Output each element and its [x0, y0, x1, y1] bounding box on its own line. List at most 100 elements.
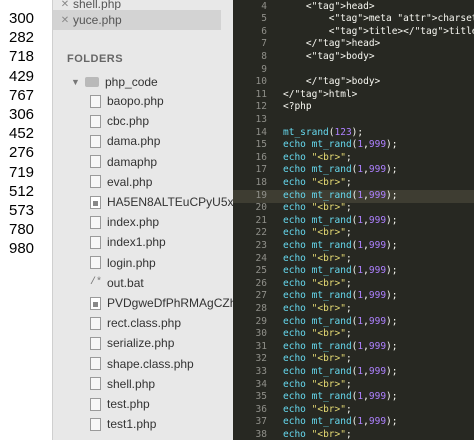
line-number: 22	[255, 227, 267, 239]
file-item[interactable]: damaphp	[90, 153, 157, 171]
file-item[interactable]: test.php	[90, 395, 150, 413]
file-item[interactable]: dama.php	[90, 132, 160, 150]
line-number: 16	[255, 151, 267, 163]
code-line[interactable]: echo "<br>";	[283, 278, 352, 289]
code-line[interactable]: <"tag">head>	[283, 1, 375, 12]
output-number: 512	[9, 182, 35, 200]
output-number: 452	[9, 125, 35, 143]
code-line[interactable]: <?php	[283, 101, 312, 112]
triangle-down-icon[interactable]: ▼	[71, 77, 83, 87]
close-icon[interactable]: ✕	[57, 15, 73, 26]
script-file-icon: /*	[90, 277, 103, 289]
code-line[interactable]: echo mt_rand(1,999);	[283, 164, 398, 175]
file-item[interactable]: index.php	[90, 213, 159, 231]
file-item[interactable]: shell.php	[90, 375, 155, 393]
file-label: PVDgweDfPhRMAgCZh	[107, 296, 233, 310]
line-number: 6	[261, 25, 267, 37]
code-line[interactable]: echo "<br>";	[283, 328, 352, 339]
file-label: login.php	[107, 255, 156, 270]
line-number: 30	[255, 328, 267, 340]
code-line[interactable]: <"tag">title></"tag">title>	[283, 26, 474, 37]
file-icon	[90, 134, 101, 148]
code-line[interactable]: echo "<br>";	[283, 404, 352, 415]
code-line[interactable]: echo mt_rand(1,999);	[283, 316, 398, 327]
folder-php-code[interactable]: ▼ php_code	[71, 73, 158, 91]
file-icon	[90, 336, 101, 350]
file-item[interactable]: baopo.php	[90, 92, 164, 110]
output-number: 276	[9, 144, 35, 162]
line-number: 12	[255, 101, 267, 113]
code-line[interactable]: echo "<br>";	[283, 227, 352, 238]
code-line[interactable]: echo "<br>";	[283, 429, 352, 440]
code-line[interactable]: echo "<br>";	[283, 253, 352, 264]
code-line[interactable]: echo mt_rand(1,999);	[283, 290, 398, 301]
file-item[interactable]: serialize.php	[90, 334, 174, 352]
file-label: shape.class.php	[107, 356, 194, 371]
code-editor[interactable]: 4 <"tag">head> 5 <"tag">meta "attr">chars…	[233, 0, 474, 440]
code-line[interactable]: echo mt_rand(1,999);	[283, 416, 398, 427]
line-number: 33	[255, 365, 267, 377]
output-number: 719	[9, 163, 35, 181]
line-number: 35	[255, 391, 267, 403]
code-line[interactable]: </"tag">html>	[283, 89, 357, 100]
output-number: 573	[9, 202, 35, 219]
line-number: 25	[255, 265, 267, 277]
code-line[interactable]: mt_srand(123);	[283, 127, 363, 138]
file-icon	[90, 215, 101, 229]
file-icon	[90, 155, 101, 169]
image-file-icon	[90, 296, 101, 310]
code-line[interactable]: echo "<br>";	[283, 152, 352, 163]
code-line[interactable]: echo "<br>";	[283, 379, 352, 390]
code-line[interactable]: <"tag">meta "attr">charset="utf-8">	[283, 13, 474, 24]
output-number: 300	[9, 10, 35, 27]
output-number: 306	[9, 106, 35, 123]
line-number: 26	[255, 277, 267, 289]
file-item[interactable]: test1.php	[90, 415, 156, 433]
code-line[interactable]: echo mt_rand(1,999);	[283, 366, 398, 377]
code-line[interactable]: echo mt_rand(1,999);	[283, 215, 398, 226]
file-item[interactable]: HA5EN8ALTEuCPyU5xu	[90, 193, 233, 211]
code-line[interactable]: </"tag">head>	[283, 38, 380, 49]
file-icon	[90, 397, 101, 411]
file-label: damaphp	[107, 154, 158, 169]
file-label: shell.php	[107, 376, 156, 391]
code-line[interactable]: echo "<br>";	[283, 353, 352, 364]
code-line[interactable]: echo "<br>";	[283, 303, 352, 314]
line-number: 13	[255, 113, 267, 125]
code-line[interactable]: echo mt_rand(1,999);	[283, 391, 398, 402]
line-number: 31	[255, 340, 267, 352]
file-item[interactable]: rect.class.php	[90, 314, 181, 332]
open-file-yuce[interactable]: ✕ yuce.php	[53, 10, 221, 30]
file-label: cbc.php	[107, 114, 150, 129]
line-number: 32	[255, 353, 267, 365]
file-item[interactable]: /* out.bat	[90, 274, 144, 292]
file-item[interactable]: eval.php	[90, 173, 152, 191]
file-item[interactable]: PVDgweDfPhRMAgCZh	[90, 294, 233, 312]
file-label: rect.class.php	[107, 316, 182, 331]
code-line[interactable]: echo "<br>";	[283, 177, 352, 188]
output-number: 980	[9, 240, 35, 258]
code-line[interactable]: </"tag">body>	[283, 76, 380, 87]
file-item[interactable]: login.php	[90, 254, 156, 272]
line-number: 4	[261, 0, 267, 12]
line-number: 17	[255, 164, 267, 176]
code-line[interactable]: <"tag">body>	[283, 51, 375, 62]
file-icon	[90, 357, 101, 371]
sidebar: ✕ shell.php ✕ yuce.php FOLDERS ▼ php_cod…	[53, 0, 233, 440]
code-line[interactable]: echo mt_rand(1,999);	[283, 240, 398, 251]
line-number: 19	[255, 189, 267, 201]
code-line[interactable]: echo mt_rand(1,999);	[283, 341, 398, 352]
file-label: dama.php	[107, 134, 161, 149]
close-icon[interactable]: ✕	[57, 0, 73, 10]
code-line[interactable]: echo mt_rand(1,999);	[283, 265, 398, 276]
output-number: 718	[9, 48, 35, 66]
line-number: 36	[255, 403, 267, 415]
file-item[interactable]: cbc.php	[90, 112, 149, 130]
code-line[interactable]: echo "<br>";	[283, 202, 352, 213]
code-line[interactable]: echo mt_rand(1,999);	[283, 190, 398, 201]
file-item[interactable]: index1.php	[90, 233, 166, 251]
file-label: index1.php	[107, 235, 166, 250]
line-number: 14	[255, 126, 267, 138]
file-item[interactable]: shape.class.php	[90, 355, 194, 373]
code-line[interactable]: echo mt_rand(1,999);	[283, 139, 398, 150]
